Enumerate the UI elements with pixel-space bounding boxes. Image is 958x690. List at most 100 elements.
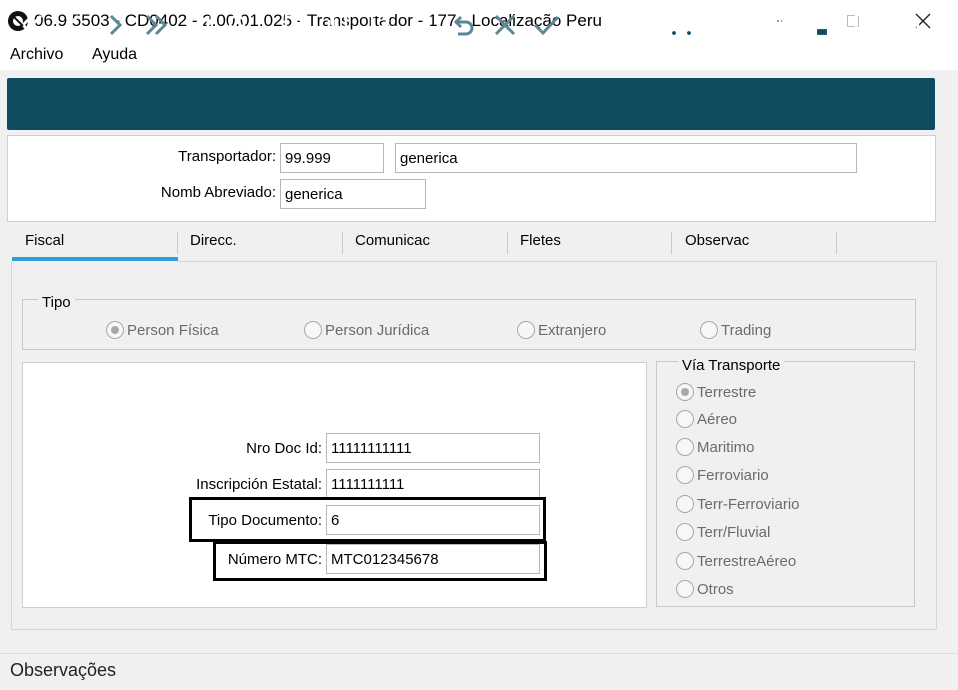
new-icon — [284, 12, 303, 38]
radio-label: Maritimo — [697, 438, 755, 456]
radio-label: Otros — [697, 580, 734, 598]
radio-otros[interactable]: Otros — [676, 580, 734, 598]
undo-button[interactable] — [446, 8, 480, 42]
cancel-button[interactable] — [488, 8, 522, 42]
radio-trading[interactable]: Trading — [700, 321, 771, 339]
radio-icon — [676, 438, 694, 456]
radio-icon — [676, 523, 694, 541]
radio-icon — [106, 321, 124, 339]
truck-icon — [666, 15, 696, 38]
radio-icon — [676, 580, 694, 598]
search-icon — [228, 14, 251, 37]
numero-mtc-field[interactable]: MTC012345678 — [326, 544, 540, 574]
tab-divider — [178, 261, 937, 262]
radio-terrestre[interactable]: Terrestre — [676, 383, 756, 401]
radio-terr-ferroviario[interactable]: Terr-Ferroviario — [676, 495, 800, 513]
user-icon — [721, 12, 745, 38]
next-icon — [109, 14, 123, 36]
tree-icon — [768, 13, 793, 37]
menu-archivo[interactable]: Archivo — [10, 46, 63, 64]
copy-icon — [327, 12, 348, 38]
radio-icon — [676, 495, 694, 513]
radio-extranjero[interactable]: Extranjero — [517, 321, 606, 339]
tipo-documento-field[interactable]: 6 — [326, 505, 540, 535]
user-button[interactable] — [716, 8, 750, 42]
tab-separator — [342, 232, 343, 254]
nro-doc-field[interactable]: 11111111111 — [326, 433, 540, 463]
edit-icon — [370, 13, 390, 37]
copy-button[interactable] — [320, 8, 354, 42]
previous-icon — [66, 14, 80, 36]
numero-mtc-label: Número MTC: — [227, 551, 322, 568]
last-icon — [145, 14, 168, 36]
confirm-icon — [533, 15, 560, 36]
transportador-label: Transportador: — [178, 148, 276, 165]
goto-icon — [187, 16, 210, 38]
status-text: Observações — [10, 660, 117, 680]
radio-icon — [304, 321, 322, 339]
radio-person-juridica[interactable]: Person Jurídica — [304, 321, 429, 339]
radio-person-fisica[interactable]: Person Física — [106, 321, 219, 339]
print-button[interactable] — [805, 8, 839, 42]
nomb-abreviado-field[interactable]: generica — [280, 179, 426, 209]
inscripcion-estatal-label: Inscripción Estatal: — [196, 476, 322, 493]
new-button[interactable] — [276, 8, 310, 42]
delete-button[interactable] — [405, 8, 439, 42]
tab-separator — [507, 232, 508, 254]
tab-observac[interactable]: Observac — [685, 232, 749, 249]
transportador-name-field[interactable]: generica — [395, 143, 857, 173]
help-button[interactable] — [890, 8, 924, 42]
undo-icon — [453, 15, 474, 36]
tab-separator — [177, 232, 178, 254]
radio-label: TerrestreAéreo — [697, 552, 797, 570]
transportador-code-field[interactable]: 99.999 — [280, 143, 384, 173]
tab-comunicac[interactable]: Comunicac — [355, 232, 430, 249]
radio-icon — [676, 383, 694, 401]
radio-terrestre-aereo[interactable]: TerrestreAéreo — [676, 552, 796, 570]
radio-icon — [676, 410, 694, 428]
nomb-abreviado-label: Nomb Abreviado: — [160, 184, 276, 201]
tab-fletes[interactable]: Fletes — [520, 232, 561, 249]
exit-icon — [854, 13, 879, 37]
help-icon — [894, 12, 920, 38]
delete-icon — [413, 13, 431, 38]
radio-label: Trading — [721, 321, 772, 339]
last-record-button[interactable] — [139, 8, 173, 42]
menu-ayuda[interactable]: Ayuda — [92, 46, 137, 64]
radio-label: Aéreo — [697, 410, 738, 428]
radio-label: Extranjero — [538, 321, 607, 339]
exit-button[interactable] — [849, 8, 883, 42]
radio-label: Person Jurídica — [325, 321, 430, 339]
radio-icon — [676, 552, 694, 570]
radio-icon — [517, 321, 535, 339]
radio-icon — [700, 321, 718, 339]
radio-terr-fluvial[interactable]: Terr/Fluvial — [676, 523, 770, 541]
tab-separator — [836, 232, 837, 254]
status-bar — [0, 653, 958, 690]
tab-fiscal[interactable]: Fiscal — [25, 232, 64, 249]
confirm-button[interactable] — [529, 8, 563, 42]
radio-label: Person Física — [127, 321, 219, 339]
edit-button[interactable] — [363, 8, 397, 42]
radio-label: Ferroviario — [697, 466, 769, 484]
radio-maritimo[interactable]: Maritimo — [676, 438, 755, 456]
radio-label: Terrestre — [697, 383, 757, 401]
tab-direcc[interactable]: Direcc. — [190, 232, 237, 249]
tab-separator — [671, 232, 672, 254]
goto-button[interactable] — [182, 8, 216, 42]
radio-aereo[interactable]: Aéreo — [676, 410, 737, 428]
previous-record-button[interactable] — [57, 8, 91, 42]
tree-button[interactable] — [764, 8, 798, 42]
tipo-group-title: Tipo — [38, 294, 75, 311]
truck-button[interactable] — [664, 8, 698, 42]
toolbar — [7, 78, 935, 130]
radio-ferroviario[interactable]: Ferroviario — [676, 466, 769, 484]
inscripcion-estatal-field[interactable]: 1111111111 — [326, 469, 540, 499]
tipo-documento-label: Tipo Documento: — [208, 512, 322, 529]
nro-doc-label: Nro Doc Id: — [246, 440, 322, 457]
next-record-button[interactable] — [98, 8, 132, 42]
menu-bar — [0, 42, 958, 70]
search-button[interactable] — [222, 8, 256, 42]
via-transporte-title: Vía Transporte — [678, 357, 785, 374]
radio-label: Terr/Fluvial — [697, 523, 771, 541]
